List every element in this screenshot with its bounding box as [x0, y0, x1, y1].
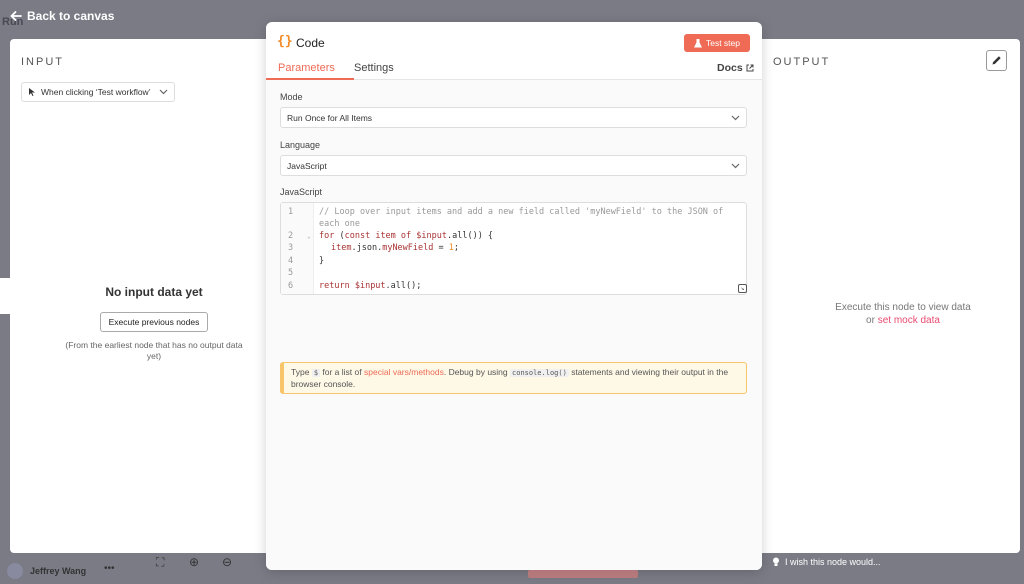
- code-hint-callout: Type $ for a list of special vars/method…: [280, 362, 747, 394]
- zoom-out-icon[interactable]: ⊖: [222, 555, 232, 569]
- input-node-select-value: When clicking ‘Test workflow’: [41, 87, 151, 97]
- docs-link[interactable]: Docs: [717, 62, 754, 74]
- chevron-down-icon: [731, 163, 740, 168]
- special-vars-link[interactable]: special vars/methods: [364, 367, 444, 377]
- cursor-pointer-icon: [29, 88, 35, 96]
- language-select-value: JavaScript: [287, 160, 327, 171]
- mode-select[interactable]: Run Once for All Items: [280, 107, 747, 128]
- external-link-icon: [746, 64, 754, 72]
- input-node-select[interactable]: When clicking ‘Test workflow’: [21, 82, 175, 102]
- line-number: 2: [288, 231, 294, 241]
- flask-icon: [693, 38, 702, 47]
- fit-view-icon[interactable]: ⛶: [156, 555, 164, 570]
- code-label: JavaScript: [280, 187, 323, 197]
- chevron-down-icon: [159, 89, 168, 95]
- back-to-canvas-label: Back to canvas: [27, 9, 115, 23]
- line-number: 5: [288, 268, 294, 278]
- user-menu-icon[interactable]: •••: [104, 563, 115, 574]
- input-empty-hint: (From the earliest node that has no outp…: [65, 340, 243, 361]
- mode-label: Mode: [280, 92, 303, 102]
- output-empty-text: Execute this node to view data: [835, 302, 971, 313]
- test-step-label: Test step: [705, 38, 741, 48]
- tab-parameters[interactable]: Parameters: [278, 62, 335, 74]
- test-step-button[interactable]: Test step: [684, 34, 750, 52]
- line-number: 1: [288, 207, 294, 217]
- line-number: 3: [288, 243, 294, 253]
- line-number: 4: [288, 256, 294, 266]
- editor-gutter: 1 2 ⌄ 3 4 5 6: [281, 203, 314, 294]
- input-panel: INPUT When clicking ‘Test workflow’ No i…: [10, 39, 310, 553]
- node-title[interactable]: Code: [296, 36, 325, 50]
- code-braces-icon: {}: [277, 34, 293, 49]
- language-label: Language: [280, 140, 321, 150]
- canvas-node-ghost: [0, 278, 10, 314]
- username: Jeffrey Wang: [30, 566, 87, 576]
- code-line-2: for (const item of $input.all()) {: [319, 231, 494, 241]
- zoom-in-icon[interactable]: ⊕: [189, 555, 199, 569]
- fold-chevron-icon[interactable]: ⌄: [307, 233, 311, 240]
- execute-workflow-button-ghost: [528, 570, 638, 578]
- code-line-1-wrap: each one: [319, 219, 360, 229]
- input-panel-title: INPUT: [21, 56, 64, 68]
- mode-select-value: Run Once for All Items: [287, 112, 373, 123]
- tab-settings[interactable]: Settings: [354, 62, 394, 74]
- output-panel-title: OUTPUT: [773, 56, 831, 68]
- arrow-left-icon: [10, 11, 22, 21]
- input-empty-title: No input data yet: [105, 285, 203, 299]
- docs-label: Docs: [717, 62, 743, 74]
- code-line-1: // Loop over input items and add a new f…: [319, 207, 724, 217]
- code-node-panel: {} Code Test step Parameters Settings Do…: [266, 22, 762, 570]
- output-or-text: or: [866, 315, 875, 326]
- feedback-link[interactable]: I wish this node would...: [772, 557, 881, 567]
- language-select[interactable]: JavaScript: [280, 155, 747, 176]
- output-empty-state: Execute this node to view data or set mo…: [778, 301, 1024, 327]
- feedback-label: I wish this node would...: [785, 557, 881, 567]
- back-to-canvas-link[interactable]: Back to canvas: [10, 9, 114, 23]
- execute-previous-nodes-button[interactable]: Execute previous nodes: [99, 312, 209, 332]
- set-mock-data-link[interactable]: set mock data: [878, 315, 940, 326]
- parameters-body: Mode Run Once for All Items Language Jav…: [266, 80, 762, 570]
- code-line-4: }: [319, 256, 325, 266]
- chevron-down-icon: [731, 115, 740, 120]
- code-editor[interactable]: 1 2 ⌄ 3 4 5 6 // Loop over input items a…: [280, 202, 747, 295]
- code-line-3: item.json.myNewField = 1;: [331, 243, 459, 253]
- lightbulb-icon: [773, 557, 779, 566]
- node-header: {} Code Test step Parameters Settings Do…: [266, 22, 762, 80]
- line-number: 6: [288, 281, 294, 291]
- expand-editor-icon[interactable]: ↘: [738, 284, 747, 293]
- pencil-icon: [992, 56, 1001, 65]
- output-panel: OUTPUT Execute this node to view data or…: [718, 39, 1020, 553]
- code-line-6: return $input.all();: [319, 281, 422, 291]
- input-empty-state: No input data yet Execute previous nodes…: [64, 285, 244, 362]
- avatar[interactable]: [7, 563, 23, 579]
- edit-output-button[interactable]: [986, 50, 1007, 71]
